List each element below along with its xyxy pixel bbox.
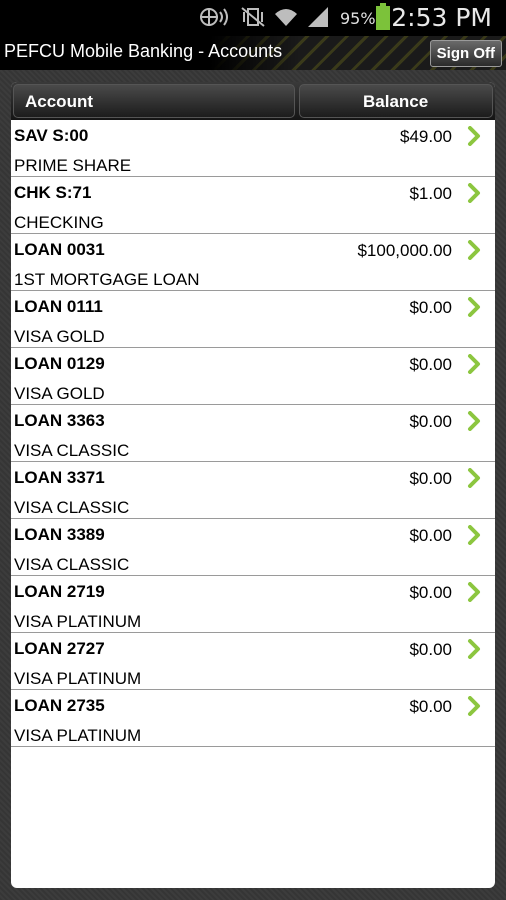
chevron-right-icon — [468, 297, 480, 317]
account-name: LOAN 3371 — [14, 468, 105, 487]
account-description: VISA PLATINUM — [14, 669, 142, 688]
account-name: LOAN 0129 — [14, 354, 105, 373]
account-name: LOAN 3363 — [14, 411, 105, 430]
status-bar: 95% 2:53 PM — [0, 0, 506, 36]
account-name: LOAN 2719 — [14, 582, 105, 601]
account-row[interactable]: LOAN 3389 $0.00 VISA CLASSIC — [11, 519, 495, 576]
wifi-icon — [274, 6, 298, 33]
account-header-label: Account — [25, 92, 93, 111]
account-balance: $49.00 — [400, 127, 452, 146]
account-description: VISA GOLD — [14, 327, 105, 346]
clock: 2:53 PM — [391, 3, 492, 32]
content-area: Account Balance SAV S:00 $49.00 PRIME SHAR… — [0, 70, 506, 900]
battery-icon — [376, 3, 390, 30]
account-description: VISA GOLD — [14, 384, 105, 403]
account-name: LOAN 2735 — [14, 696, 105, 715]
chevron-right-icon — [468, 696, 480, 716]
account-description: CHECKING — [14, 213, 104, 232]
vibrate-icon — [240, 6, 266, 33]
account-name: SAV S:00 — [14, 126, 89, 145]
account-balance: $0.00 — [409, 355, 452, 374]
chevron-right-icon — [468, 582, 480, 602]
accounts-table: Account Balance SAV S:00 $49.00 PRIME SHAR… — [11, 82, 495, 888]
account-row[interactable]: CHK S:71 $1.00 CHECKING — [11, 177, 495, 234]
account-row[interactable]: LOAN 3371 $0.00 VISA CLASSIC — [11, 462, 495, 519]
account-description: VISA CLASSIC — [14, 441, 130, 460]
account-balance: $100,000.00 — [357, 241, 452, 260]
account-name: LOAN 3389 — [14, 525, 105, 544]
account-description: VISA PLATINUM — [14, 726, 142, 745]
account-name: CHK S:71 — [14, 183, 92, 202]
chevron-right-icon — [468, 525, 480, 545]
account-name: LOAN 0111 — [14, 297, 103, 316]
account-description: VISA PLATINUM — [14, 612, 142, 631]
account-name: LOAN 2727 — [14, 639, 105, 658]
account-balance: $0.00 — [409, 412, 452, 431]
sign-off-button[interactable]: Sign Off — [429, 40, 502, 67]
chevron-right-icon — [468, 354, 480, 374]
account-row[interactable]: LOAN 0031 $100,000.00 1ST MORTGAGE LOAN — [11, 234, 495, 291]
account-description: VISA CLASSIC — [14, 555, 130, 574]
account-row[interactable]: LOAN 2735 $0.00 VISA PLATINUM — [11, 690, 495, 747]
account-list: SAV S:00 $49.00 PRIME SHARE CHK S:71 $1.00 CH… — [11, 120, 495, 747]
account-row[interactable]: LOAN 0129 $0.00 VISA GOLD — [11, 348, 495, 405]
account-balance: $0.00 — [409, 526, 452, 545]
gps-icon — [198, 6, 232, 33]
account-row[interactable]: LOAN 2719 $0.00 VISA PLATINUM — [11, 576, 495, 633]
chevron-right-icon — [468, 639, 480, 659]
account-row[interactable]: LOAN 3363 $0.00 VISA CLASSIC — [11, 405, 495, 462]
table-header: Account Balance — [11, 82, 495, 120]
status-icons — [198, 6, 330, 33]
balance-header-label: Balance — [363, 92, 429, 111]
account-description: 1ST MORTGAGE LOAN — [14, 270, 200, 289]
account-row[interactable]: LOAN 0111 $0.00 VISA GOLD — [11, 291, 495, 348]
chevron-right-icon — [468, 183, 480, 203]
account-name: LOAN 0031 — [14, 240, 105, 259]
account-balance: $1.00 — [409, 184, 452, 203]
battery-percent: 95% — [340, 9, 376, 28]
chevron-right-icon — [468, 126, 480, 146]
account-balance: $0.00 — [409, 298, 452, 317]
chevron-right-icon — [468, 411, 480, 431]
chevron-right-icon — [468, 468, 480, 488]
chevron-right-icon — [468, 240, 480, 260]
account-balance: $0.00 — [409, 640, 452, 659]
account-balance: $0.00 — [409, 469, 452, 488]
account-description: PRIME SHARE — [14, 156, 132, 175]
signal-icon — [306, 6, 330, 33]
page-title: PEFCU Mobile Banking - Accounts — [4, 41, 283, 61]
account-row[interactable]: SAV S:00 $49.00 PRIME SHARE — [11, 120, 495, 177]
account-balance: $0.00 — [409, 583, 452, 602]
account-description: VISA CLASSIC — [14, 498, 130, 517]
account-row[interactable]: LOAN 2727 $0.00 VISA PLATINUM — [11, 633, 495, 690]
account-balance: $0.00 — [409, 697, 452, 716]
title-bar: PEFCU Mobile Banking - Accounts Sign Off — [0, 36, 506, 70]
